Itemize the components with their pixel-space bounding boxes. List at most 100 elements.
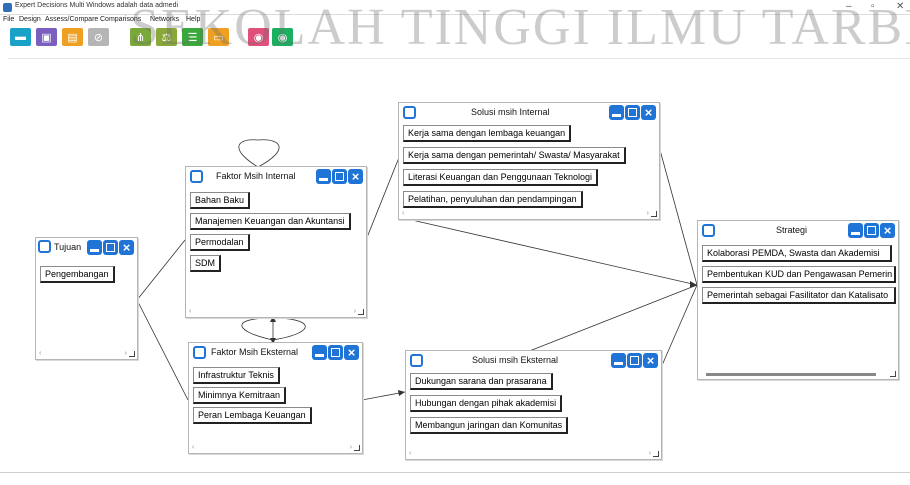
minimize-icon[interactable] (611, 353, 626, 368)
minimize-icon[interactable] (848, 223, 863, 238)
resize-grip-icon[interactable] (358, 309, 364, 315)
folder-icon[interactable]: ▤ (62, 28, 83, 46)
node-window-buttons: × (312, 345, 359, 360)
list-item[interactable]: Kerja sama dengan lembaga keuangan (403, 125, 572, 142)
menu-comparisons[interactable]: Comparisons (100, 16, 141, 23)
scroll-left-icon[interactable]: ‹ (39, 350, 41, 357)
node-window-buttons: × (316, 169, 363, 184)
close-icon[interactable]: × (344, 345, 359, 360)
scroll-right-icon[interactable]: › (350, 444, 352, 451)
scroll-left-icon[interactable]: ‹ (192, 444, 194, 451)
node-window-buttons: × (87, 240, 134, 255)
list-item[interactable]: Pengembangan (40, 266, 115, 283)
close-icon[interactable]: × (880, 223, 895, 238)
app-icon (3, 3, 12, 12)
node-window-buttons: × (848, 223, 895, 238)
window-icon[interactable]: ▭ (208, 28, 229, 46)
minimize-icon[interactable] (609, 105, 624, 120)
node-header: Tujuan × (36, 238, 137, 258)
resize-grip-icon[interactable] (651, 211, 657, 217)
save-icon[interactable]: ▣ (36, 28, 57, 46)
select-checkbox-icon[interactable] (38, 240, 51, 253)
select-checkbox-icon[interactable] (193, 346, 206, 359)
list-icon[interactable]: ☰ (182, 28, 203, 46)
maximize-icon[interactable] (328, 345, 343, 360)
scroll-right-icon[interactable]: › (647, 210, 649, 217)
node-solusi-eksternal[interactable]: Solusi msih Eksternal × Dukungan sarana … (405, 350, 662, 460)
node-faktor-eksternal[interactable]: Faktor Msih Eksternal × Infrastruktur Te… (188, 342, 363, 454)
scroll-right-icon[interactable]: › (125, 350, 127, 357)
menu-assess-compare[interactable]: Assess/Compare (45, 16, 98, 23)
scroll-left-icon[interactable]: ‹ (402, 210, 404, 217)
list-item[interactable]: Minimnya Kemitraan (193, 387, 287, 404)
node-solusi-internal[interactable]: Solusi msih Internal × Kerja sama dengan… (398, 102, 660, 220)
maximize-icon[interactable] (864, 223, 879, 238)
select-checkbox-icon[interactable] (403, 106, 416, 119)
minimize-icon[interactable] (87, 240, 102, 255)
maximize-icon[interactable] (332, 169, 347, 184)
list-item[interactable]: Hubungan dengan pihak akademisi (410, 395, 563, 412)
minimize-icon[interactable] (312, 345, 327, 360)
status-bar (0, 472, 910, 485)
node-strategi[interactable]: Strategi × Kolaborasi PEMDA, Swasta dan … (697, 220, 899, 380)
maximize-button[interactable]: ▫ (871, 1, 875, 13)
close-icon[interactable]: × (643, 353, 658, 368)
node-header: Faktor Msih Eksternal × (189, 343, 362, 363)
scroll-right-icon[interactable]: › (354, 308, 356, 315)
close-icon[interactable]: × (641, 105, 656, 120)
minimize-icon[interactable] (316, 169, 331, 184)
list-item[interactable]: Pembentukan KUD dan Pengawasan Pemerin (702, 266, 896, 283)
node-faktor-internal[interactable]: Faktor Msih Internal × Bahan Baku Manaje… (185, 166, 367, 318)
menu-help[interactable]: Help (186, 16, 200, 23)
list-item[interactable]: Membangun jaringan dan Komunitas (410, 417, 569, 434)
menu-design[interactable]: Design (19, 16, 41, 23)
link-icon[interactable]: ⊘ (88, 28, 109, 46)
list-item[interactable]: Pemerintah sebagai Fasilitator dan Katal… (702, 287, 896, 304)
close-icon[interactable]: × (119, 240, 134, 255)
node-title: Faktor Msih Eksternal (211, 347, 299, 357)
select-checkbox-icon[interactable] (190, 170, 203, 183)
list-item[interactable]: Infrastruktur Teknis (193, 367, 280, 384)
list-item[interactable]: Bahan Baku (190, 192, 251, 209)
list-item[interactable]: Manajemen Keuangan dan Akuntansi (190, 213, 351, 230)
tree-icon[interactable]: ⋔ (130, 28, 151, 46)
list-item[interactable]: Dukungan sarana dan prasarana (410, 373, 553, 390)
menu-networks[interactable]: Networks (150, 16, 179, 23)
open-folder-icon[interactable]: ▬ (10, 28, 31, 46)
node-window-buttons: × (609, 105, 656, 120)
list-item[interactable]: Kerja sama dengan pemerintah/ Swasta/ Ma… (403, 147, 626, 164)
list-item[interactable]: Kolaborasi PEMDA, Swasta dan Akademisi (702, 245, 892, 262)
resize-grip-icon[interactable] (354, 445, 360, 451)
node-header: Solusi msih Eksternal × (406, 351, 661, 371)
resize-grip-icon[interactable] (890, 371, 896, 377)
minimize-button[interactable]: – (846, 1, 852, 13)
list-item[interactable]: Pelatihan, penyuluhan dan pendampingan (403, 191, 583, 208)
select-checkbox-icon[interactable] (410, 354, 423, 367)
balance-icon[interactable]: ⚖ (156, 28, 177, 46)
list-item[interactable]: Permodalan (190, 234, 250, 251)
node-title: Solusi msih Eksternal (472, 355, 559, 365)
maximize-icon[interactable] (103, 240, 118, 255)
node-header: Faktor Msih Internal × (186, 167, 366, 187)
resize-grip-icon[interactable] (653, 451, 659, 457)
scroll-right-icon[interactable]: › (649, 450, 651, 457)
node-title: Solusi msih Internal (471, 107, 550, 117)
resize-grip-icon[interactable] (129, 351, 135, 357)
horizontal-scrollbar[interactable] (706, 373, 876, 376)
maximize-icon[interactable] (625, 105, 640, 120)
node-tujuan[interactable]: Tujuan × Pengembangan ‹ › (35, 237, 138, 360)
list-item[interactable]: SDM (190, 255, 221, 272)
list-item[interactable]: Literasi Keuangan dan Penggunaan Teknolo… (403, 169, 598, 186)
scroll-left-icon[interactable]: ‹ (409, 450, 411, 457)
select-checkbox-icon[interactable] (702, 224, 715, 237)
window-title: Expert Decisions Multi Windows adalah da… (15, 2, 179, 9)
menu-file[interactable]: File (3, 16, 14, 23)
stop-icon[interactable]: ◉ (248, 28, 269, 46)
list-item[interactable]: Peran Lembaga Keuangan (193, 407, 312, 424)
node-window-buttons: × (611, 353, 658, 368)
maximize-icon[interactable] (627, 353, 642, 368)
close-button[interactable]: ✕ (896, 1, 904, 13)
scroll-left-icon[interactable]: ‹ (189, 308, 191, 315)
close-icon[interactable]: × (348, 169, 363, 184)
help-icon[interactable]: ◉ (272, 28, 293, 46)
